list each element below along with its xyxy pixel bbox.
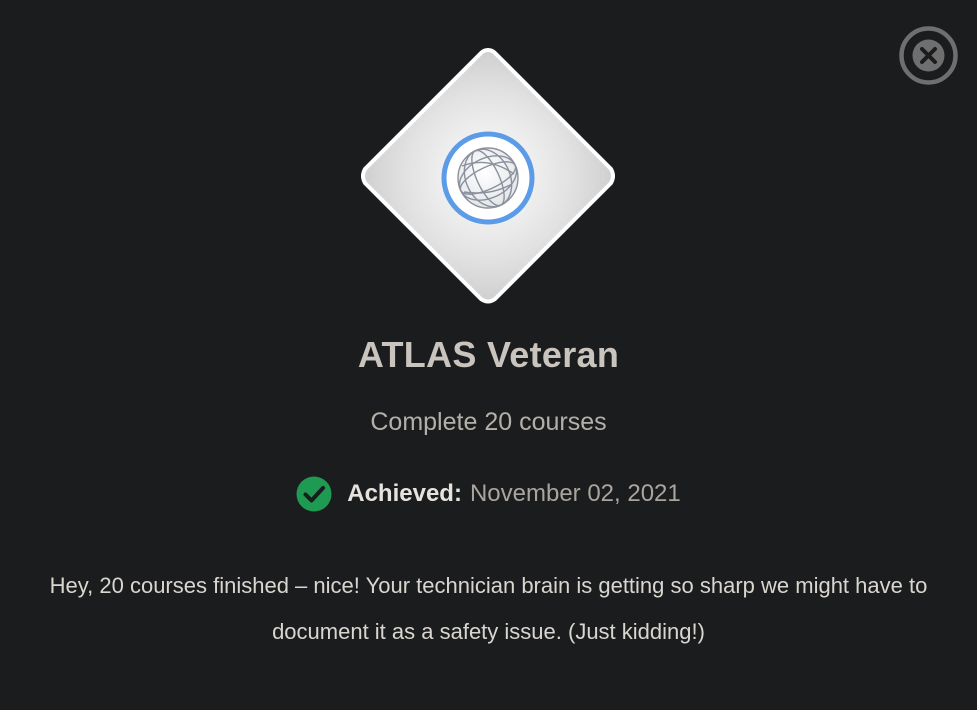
achievement-message: Hey, 20 courses finished – nice! Your te… (49, 573, 928, 644)
achieved-status: Achieved: November 02, 2021 (0, 476, 977, 512)
achievement-requirement: Complete 20 courses (370, 408, 607, 436)
close-circle-icon (899, 26, 958, 85)
achievement-title: ATLAS Veteran (357, 334, 620, 375)
achievement-badge (358, 46, 618, 306)
close-button[interactable] (898, 25, 959, 86)
achieved-date: November 02, 2021 (469, 480, 681, 507)
check-circle-icon (296, 476, 332, 512)
achieved-label: Achieved: (347, 480, 462, 507)
achievement-dialog: ATLAS Veteran Complete 20 courses Achiev… (0, 0, 977, 710)
